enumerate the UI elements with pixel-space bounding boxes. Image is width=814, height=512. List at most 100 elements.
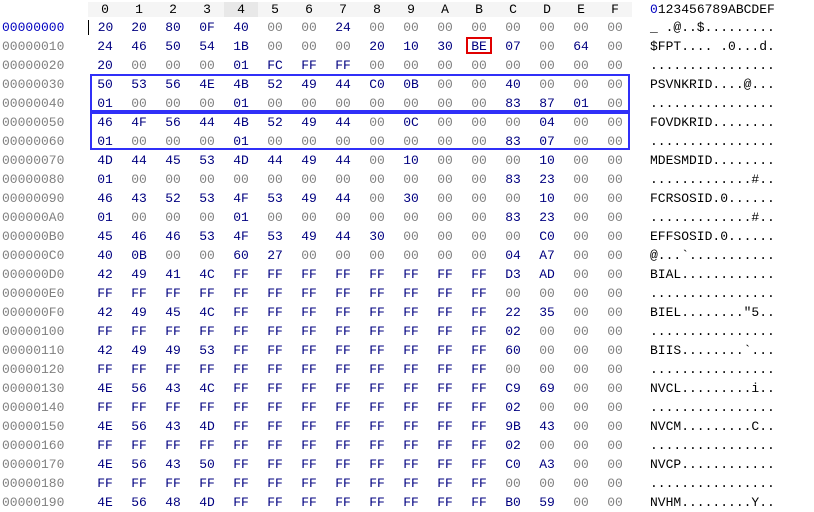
hex-byte[interactable]: 42 [88, 267, 122, 282]
hex-row[interactable]: 00000010244650541B000000201030BE07006400… [0, 37, 814, 56]
hex-byte[interactable]: FF [428, 343, 462, 358]
hex-byte[interactable]: 01 [224, 210, 258, 225]
hex-byte[interactable]: FF [258, 343, 292, 358]
hex-byte[interactable]: 4D [190, 495, 224, 510]
hex-byte[interactable]: 50 [190, 457, 224, 472]
ascii-text[interactable]: NVCP............ [650, 457, 775, 472]
hex-byte[interactable]: FF [122, 286, 156, 301]
hex-byte[interactable]: 00 [564, 229, 598, 244]
hex-byte[interactable]: FC [258, 58, 292, 73]
ascii-text[interactable]: ................ [650, 96, 775, 111]
hex-byte[interactable]: 4E [190, 77, 224, 92]
hex-byte[interactable]: 49 [292, 115, 326, 130]
hex-byte[interactable]: 00 [530, 20, 564, 35]
hex-byte[interactable]: FF [224, 286, 258, 301]
hex-byte[interactable]: 00 [598, 20, 632, 35]
hex-byte[interactable]: FF [326, 438, 360, 453]
hex-byte[interactable]: FF [292, 267, 326, 282]
hex-byte[interactable]: FF [122, 476, 156, 491]
hex-byte[interactable]: 04 [530, 115, 564, 130]
hex-byte[interactable]: FF [292, 381, 326, 396]
hex-byte[interactable]: 00 [598, 476, 632, 491]
hex-byte[interactable]: FF [258, 400, 292, 415]
hex-byte[interactable]: 35 [530, 305, 564, 320]
hex-byte[interactable]: 00 [156, 210, 190, 225]
hex-row[interactable]: 000000202000000001FCFFFF0000000000000000… [0, 56, 814, 75]
hex-byte[interactable]: 00 [428, 96, 462, 111]
hex-byte[interactable]: 30 [394, 191, 428, 206]
hex-byte[interactable]: FF [224, 438, 258, 453]
hex-byte[interactable]: 46 [156, 229, 190, 244]
hex-byte[interactable]: 00 [564, 400, 598, 415]
hex-byte[interactable]: 00 [598, 438, 632, 453]
hex-byte[interactable]: FF [190, 324, 224, 339]
hex-byte[interactable]: 87 [530, 96, 564, 111]
hex-byte[interactable]: FF [428, 381, 462, 396]
hex-byte[interactable]: 44 [258, 153, 292, 168]
hex-byte[interactable]: 00 [326, 172, 360, 187]
hex-byte[interactable]: 00 [564, 476, 598, 491]
hex-byte[interactable]: 44 [326, 229, 360, 244]
hex-byte[interactable]: 60 [496, 343, 530, 358]
hex-byte[interactable]: 4B [224, 77, 258, 92]
hex-byte[interactable]: 00 [496, 191, 530, 206]
hex-row[interactable]: 000001704E564350FFFFFFFFFFFFFFFFC0A30000… [0, 455, 814, 474]
hex-byte[interactable]: FF [88, 286, 122, 301]
hex-byte[interactable]: 83 [496, 172, 530, 187]
hex-byte[interactable]: 60 [224, 248, 258, 263]
hex-byte[interactable]: FF [224, 457, 258, 472]
hex-byte[interactable]: 53 [190, 343, 224, 358]
hex-byte[interactable]: 04 [496, 248, 530, 263]
hex-row[interactable]: 00000160FFFFFFFFFFFFFFFFFFFFFFFF02000000… [0, 436, 814, 455]
hex-byte[interactable]: FF [156, 476, 190, 491]
hex-byte[interactable]: FF [360, 400, 394, 415]
hex-byte[interactable]: 00 [564, 20, 598, 35]
hex-row[interactable]: 000001304E56434CFFFFFFFFFFFFFFFFC9690000… [0, 379, 814, 398]
hex-byte[interactable]: C9 [496, 381, 530, 396]
hex-byte[interactable]: FF [326, 305, 360, 320]
hex-byte[interactable]: 01 [224, 58, 258, 73]
hex-byte[interactable]: FF [88, 438, 122, 453]
hex-byte[interactable]: FF [394, 305, 428, 320]
hex-byte[interactable]: 1B [224, 39, 258, 54]
hex-byte[interactable]: FF [360, 457, 394, 472]
hex-byte[interactable]: 00 [598, 267, 632, 282]
hex-byte[interactable]: 52 [258, 77, 292, 92]
hex-byte[interactable]: 00 [564, 58, 598, 73]
hex-byte[interactable]: 00 [156, 248, 190, 263]
hex-row[interactable]: 0000011042494953FFFFFFFFFFFFFFFF60000000… [0, 341, 814, 360]
hex-byte[interactable]: FF [428, 267, 462, 282]
hex-byte[interactable]: 00 [292, 210, 326, 225]
hex-byte[interactable]: 00 [258, 39, 292, 54]
hex-byte[interactable]: 00 [258, 210, 292, 225]
hex-byte[interactable]: FF [428, 400, 462, 415]
hex-byte[interactable]: 23 [530, 172, 564, 187]
hex-byte[interactable]: 00 [496, 115, 530, 130]
hex-row[interactable]: 000000C0400B0000602700000000000004A70000… [0, 246, 814, 265]
hex-byte[interactable]: FF [326, 381, 360, 396]
hex-byte[interactable]: FF [326, 419, 360, 434]
hex-byte[interactable]: FF [428, 305, 462, 320]
hex-byte[interactable]: FF [88, 324, 122, 339]
hex-byte[interactable]: 00 [496, 286, 530, 301]
hex-byte[interactable]: 00 [462, 248, 496, 263]
hex-byte[interactable]: FF [156, 324, 190, 339]
hex-byte[interactable]: 10 [394, 39, 428, 54]
hex-byte[interactable]: FF [394, 362, 428, 377]
hex-row[interactable]: 0000004001000000010000000000000083870100… [0, 94, 814, 113]
hex-byte[interactable]: FF [428, 476, 462, 491]
ascii-text[interactable]: ................ [650, 324, 775, 339]
hex-byte[interactable]: FF [360, 362, 394, 377]
hex-byte[interactable]: 00 [564, 324, 598, 339]
hex-byte[interactable]: FF [292, 324, 326, 339]
hex-byte[interactable]: 00 [292, 20, 326, 35]
hex-byte[interactable]: 00 [462, 153, 496, 168]
hex-byte[interactable]: 07 [530, 134, 564, 149]
hex-byte[interactable]: 00 [598, 248, 632, 263]
hex-byte[interactable]: 01 [224, 96, 258, 111]
hex-byte[interactable]: 00 [598, 324, 632, 339]
hex-byte[interactable]: 45 [156, 305, 190, 320]
hex-byte[interactable]: 49 [122, 343, 156, 358]
hex-byte[interactable]: 00 [462, 20, 496, 35]
hex-byte[interactable]: 00 [360, 134, 394, 149]
